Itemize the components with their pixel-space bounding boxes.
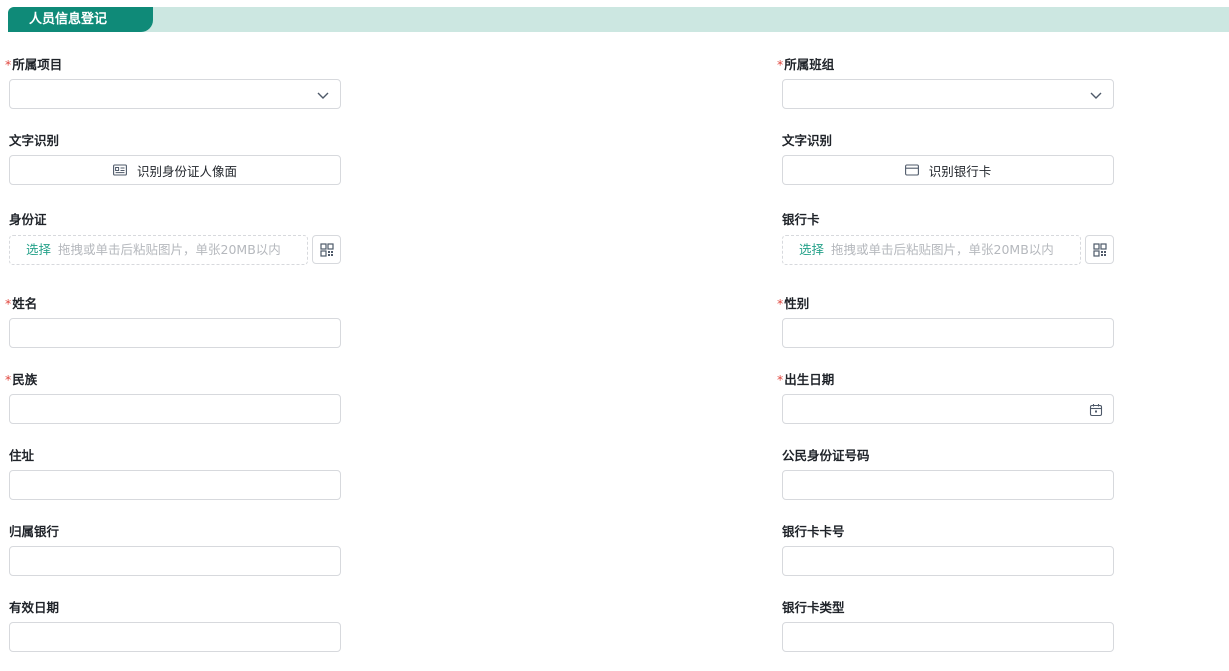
chevron-down-icon [317,92,329,99]
name-input[interactable] [9,318,341,348]
bank-card-number-label: 银行卡卡号 [782,524,845,539]
qr-code-button[interactable] [312,235,341,264]
ocr-label: 文字识别 [9,133,60,148]
qr-code-icon [319,242,334,257]
team-select[interactable] [782,79,1114,109]
required-mark: * [5,296,12,311]
bank-card-type-label: 银行卡类型 [782,600,845,615]
required-mark: * [5,372,12,387]
calendar-icon [1089,404,1103,417]
ethnicity-input[interactable] [9,394,341,424]
qr-code-icon [1092,242,1107,257]
project-select[interactable] [9,79,341,109]
address-input[interactable] [9,470,341,500]
ocr-label: 文字识别 [782,133,833,148]
upload-hint: 拖拽或单击后粘贴图片，单张20MB以内 [831,242,1054,257]
ocr-bank-card-button-label: 识别银行卡 [928,163,992,179]
ocr-id-card-button-label: 识别身份证人像面 [136,163,237,179]
upload-select-link[interactable]: 选择 [799,242,824,257]
id-number-label: 公民身份证号码 [782,448,870,463]
required-mark: * [5,57,12,72]
upload-select-link[interactable]: 选择 [26,242,51,257]
bank-card-type-input[interactable] [782,622,1114,652]
project-label: *所属项目 [5,57,63,72]
id-number-input[interactable] [782,470,1114,500]
id-card-icon [113,164,127,176]
id-card-upload[interactable]: 选择 拖拽或单击后粘贴图片，单张20MB以内 [9,235,308,265]
section-header-band [8,7,1229,32]
ethnicity-label: *民族 [5,372,38,387]
bank-name-input[interactable] [9,546,341,576]
required-mark: * [777,296,784,311]
bank-card-icon [904,164,919,176]
bank-card-label: 银行卡 [782,212,820,227]
valid-date-input[interactable] [9,622,341,652]
ocr-bank-card-button[interactable]: 识别银行卡 [782,155,1114,185]
birth-date-picker[interactable] [782,394,1114,424]
required-mark: * [777,57,784,72]
team-label: *所属班组 [777,57,835,72]
address-label: 住址 [9,448,35,463]
required-mark: * [777,372,784,387]
bank-name-label: 归属银行 [9,524,60,539]
bank-card-upload[interactable]: 选择 拖拽或单击后粘贴图片，单张20MB以内 [782,235,1081,265]
id-card-label: 身份证 [9,212,47,227]
valid-date-label: 有效日期 [9,600,60,615]
bank-card-number-input[interactable] [782,546,1114,576]
name-label: *姓名 [5,296,38,311]
birth-date-label: *出生日期 [777,372,835,387]
section-title: 人员信息登记 [8,7,153,32]
upload-hint: 拖拽或单击后粘贴图片，单张20MB以内 [58,242,281,257]
ocr-id-card-button[interactable]: 识别身份证人像面 [9,155,341,185]
gender-label: *性别 [777,296,810,311]
qr-code-button[interactable] [1085,235,1114,264]
chevron-down-icon [1090,92,1102,99]
gender-input[interactable] [782,318,1114,348]
